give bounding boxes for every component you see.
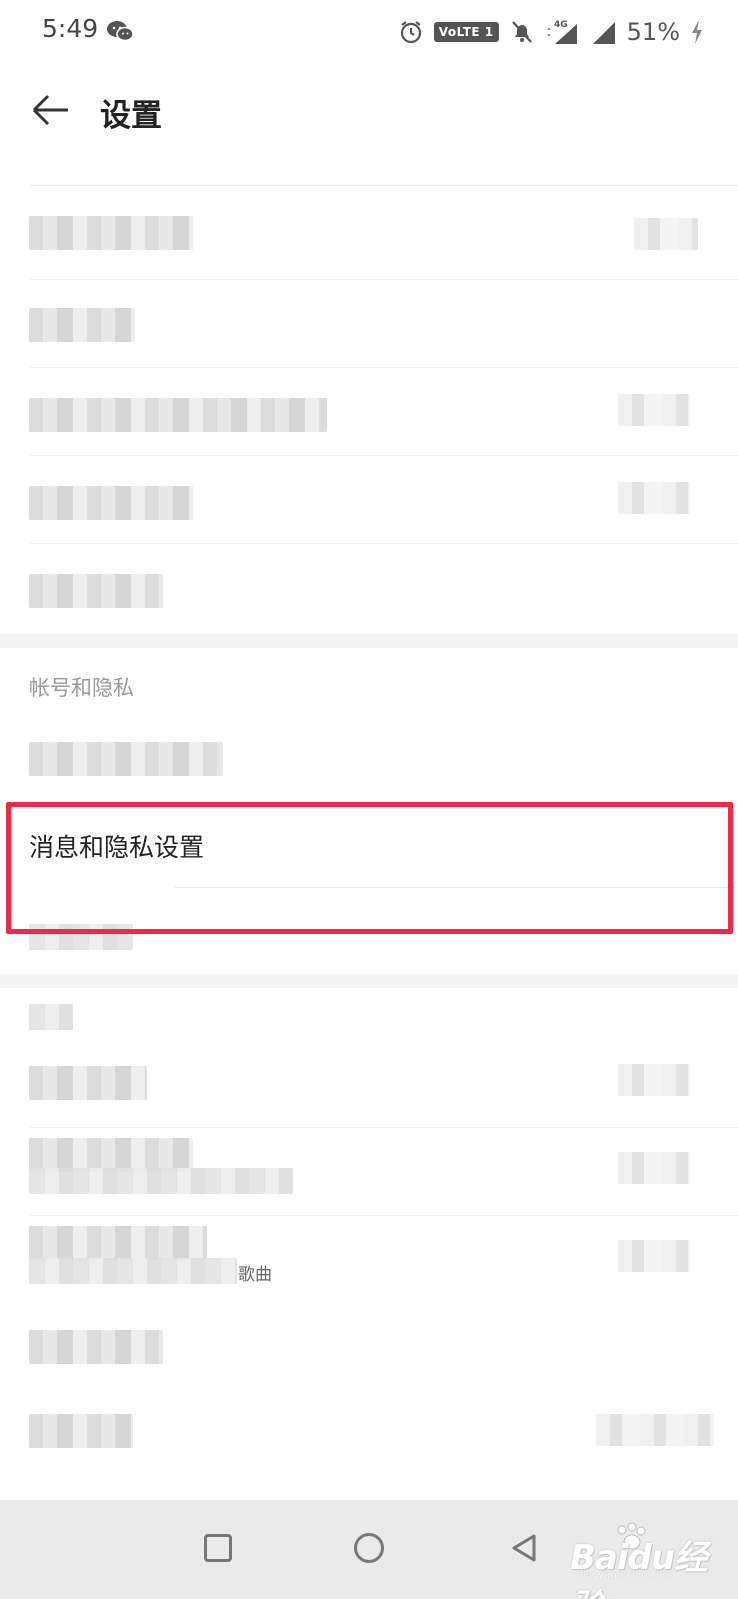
redacted-value — [618, 1152, 690, 1184]
settings-item[interactable] — [0, 1040, 738, 1128]
message-privacy-settings-label: 消息和隐私设置 — [29, 833, 205, 862]
settings-item[interactable] — [0, 280, 738, 368]
watermark-text: Baidu经验 — [570, 1538, 708, 1599]
redacted-label — [29, 742, 223, 776]
status-bar: 5:49 VoLTE 1 4G 51% — [0, 0, 738, 64]
section-gap — [0, 634, 738, 648]
settings-item[interactable] — [0, 368, 738, 456]
redacted-label — [29, 1004, 73, 1030]
settings-item[interactable] — [0, 1392, 738, 1480]
song-suffix-text: 歌曲 — [238, 1265, 272, 1285]
alarm-icon — [400, 21, 421, 44]
settings-item[interactable] — [0, 192, 738, 280]
redacted-label — [29, 1330, 163, 1364]
settings-item[interactable] — [0, 456, 738, 544]
settings-screen: 5:49 VoLTE 1 4G 51% 设置 帐号和隐私 消息和隐私设置 歌曲 … — [0, 0, 738, 1599]
redacted-value — [618, 482, 690, 514]
redacted-label — [29, 574, 163, 608]
redacted-label — [29, 398, 327, 432]
mute-bell-icon — [511, 21, 532, 43]
settings-item[interactable] — [0, 1304, 738, 1392]
redacted-label — [29, 216, 193, 250]
status-icons: VoLTE 1 4G 51% — [398, 16, 704, 48]
home-circle-icon[interactable] — [354, 1533, 384, 1563]
redacted-label — [29, 1226, 207, 1260]
redacted-sublabel — [29, 1168, 293, 1194]
redacted-label — [29, 1414, 133, 1448]
redacted-label — [29, 486, 193, 520]
redacted-label — [29, 1138, 193, 1172]
system-nav-bar: Baidu经验 jingyan.baidu.com — [0, 1500, 738, 1599]
back-arrow-icon[interactable] — [28, 88, 72, 132]
charging-bolt-icon — [692, 20, 702, 44]
settings-item[interactable]: 歌曲 — [0, 1216, 738, 1304]
baidu-jingyan-watermark: Baidu经验 jingyan.baidu.com — [570, 1522, 720, 1599]
redacted-value — [634, 218, 698, 250]
volte-badge: VoLTE 1 — [433, 22, 499, 42]
redacted-sublabel — [29, 1258, 237, 1284]
redacted-value — [596, 1414, 714, 1446]
back-triangle-icon[interactable] — [506, 1530, 542, 1566]
redacted-value — [618, 1064, 690, 1096]
redacted-value — [618, 1240, 690, 1272]
message-privacy-settings-item[interactable]: 消息和隐私设置 — [0, 800, 738, 888]
battery-percent: 51% — [626, 18, 680, 46]
wechat-icon — [107, 21, 134, 42]
app-header: 设置 — [0, 64, 738, 156]
svg-text:4G: 4G — [554, 20, 568, 30]
signal-icon — [592, 22, 615, 44]
redacted-label — [29, 308, 135, 342]
redacted-value — [618, 394, 690, 426]
section-header-account-privacy: 帐号和隐私 — [29, 676, 134, 700]
watermark-url: jingyan.baidu.com — [580, 1570, 673, 1581]
page-title: 设置 — [100, 98, 162, 134]
settings-item[interactable] — [0, 888, 738, 976]
section-header-redacted — [0, 990, 738, 1040]
settings-item[interactable] — [0, 712, 738, 800]
settings-item[interactable] — [0, 544, 738, 632]
recents-square-icon[interactable] — [204, 1534, 232, 1562]
redacted-label — [29, 924, 133, 950]
signal-icon: 4G — [546, 20, 577, 44]
divider — [30, 185, 738, 186]
settings-item[interactable] — [0, 1128, 738, 1216]
redacted-label — [29, 1066, 147, 1100]
section-gap — [0, 974, 738, 988]
status-time: 5:49 — [42, 14, 99, 43]
